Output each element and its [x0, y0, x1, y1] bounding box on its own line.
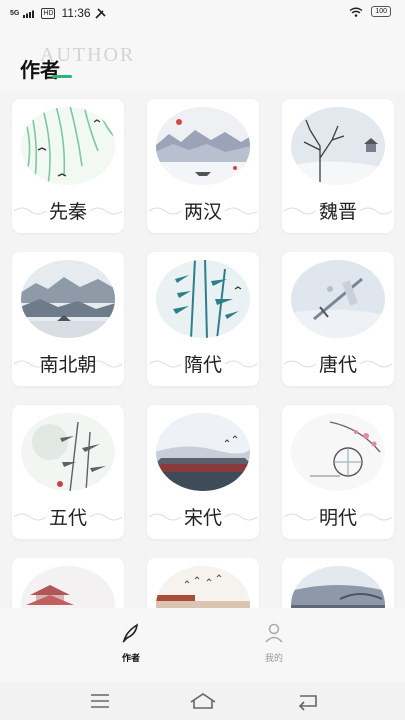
dynasty-label: 宋代: [183, 507, 222, 529]
dynasty-label: 两汉: [183, 201, 222, 223]
lantern-painting: [291, 413, 385, 491]
bamboo-painting: [156, 260, 250, 338]
pagoda-painting: [21, 566, 115, 608]
dynasty-card-11[interactable]: [147, 558, 259, 608]
tab-label: 作者: [121, 654, 140, 664]
dynasty-card-suidai[interactable]: 隋代: [147, 252, 259, 386]
person-icon: [265, 623, 283, 643]
signal-icon: [23, 10, 35, 18]
sword-painting: [291, 260, 385, 338]
dynasty-label: 明代: [318, 507, 357, 529]
tools-icon: [95, 7, 106, 19]
dynasty-card-xianqin[interactable]: 先秦: [12, 99, 124, 233]
title-underline: [52, 75, 72, 78]
back-icon[interactable]: [288, 690, 328, 712]
status-bar: 5G HD 11:36 100: [0, 0, 405, 26]
mountains-boat-painting: [156, 107, 250, 185]
dynasty-card-wudai[interactable]: 五代: [12, 405, 124, 539]
wifi-icon: [349, 7, 363, 17]
dynasty-card-weijin[interactable]: 魏晋: [282, 99, 394, 233]
dynasty-label: 唐代: [318, 354, 357, 376]
birds-gate-painting: [156, 566, 250, 608]
hd-badge: HD: [41, 7, 56, 19]
page-title: 作者: [20, 58, 60, 82]
dynasty-card-songdai[interactable]: 宋代: [147, 405, 259, 539]
bridge-painting: [291, 566, 385, 608]
willow-painting: [21, 107, 115, 185]
tab-author[interactable]: 作者: [101, 622, 161, 664]
system-nav-bar: [0, 682, 405, 720]
misty-mountains-painting: [21, 260, 115, 338]
menu-icon[interactable]: [80, 690, 120, 712]
dynasty-grid: 先秦 两汉 魏晋 南北朝 隋代 唐代 五代 宋代 明代: [0, 92, 405, 608]
dynasty-label: 五代: [48, 507, 87, 529]
tab-label: 我的: [264, 654, 283, 664]
dynasty-card-10[interactable]: [12, 558, 124, 608]
network-indicator: 5G: [10, 9, 20, 17]
quill-icon: [122, 623, 138, 643]
palace-painting: [156, 413, 250, 491]
home-icon[interactable]: [183, 690, 223, 712]
bottom-tab-bar: 作者 我的: [0, 608, 405, 682]
dynasty-card-lianghan[interactable]: 两汉: [147, 99, 259, 233]
snow-tree-painting: [291, 107, 385, 185]
dynasty-label: 先秦: [48, 201, 87, 223]
dynasty-label: 魏晋: [318, 201, 357, 223]
dynasty-card-12[interactable]: [282, 558, 394, 608]
clock: 11:36: [61, 6, 91, 20]
dynasty-card-tangdai[interactable]: 唐代: [282, 252, 394, 386]
tab-mine[interactable]: 我的: [244, 622, 304, 664]
dynasty-label: 南北朝: [39, 354, 97, 376]
dynasty-card-nanbeichao[interactable]: 南北朝: [12, 252, 124, 386]
dynasty-card-mingdai[interactable]: 明代: [282, 405, 394, 539]
page-header: AUTHOR 作者: [0, 26, 405, 92]
bamboo-moon-painting: [21, 413, 115, 491]
dynasty-label: 隋代: [183, 354, 222, 376]
battery-indicator: 100: [371, 6, 391, 17]
